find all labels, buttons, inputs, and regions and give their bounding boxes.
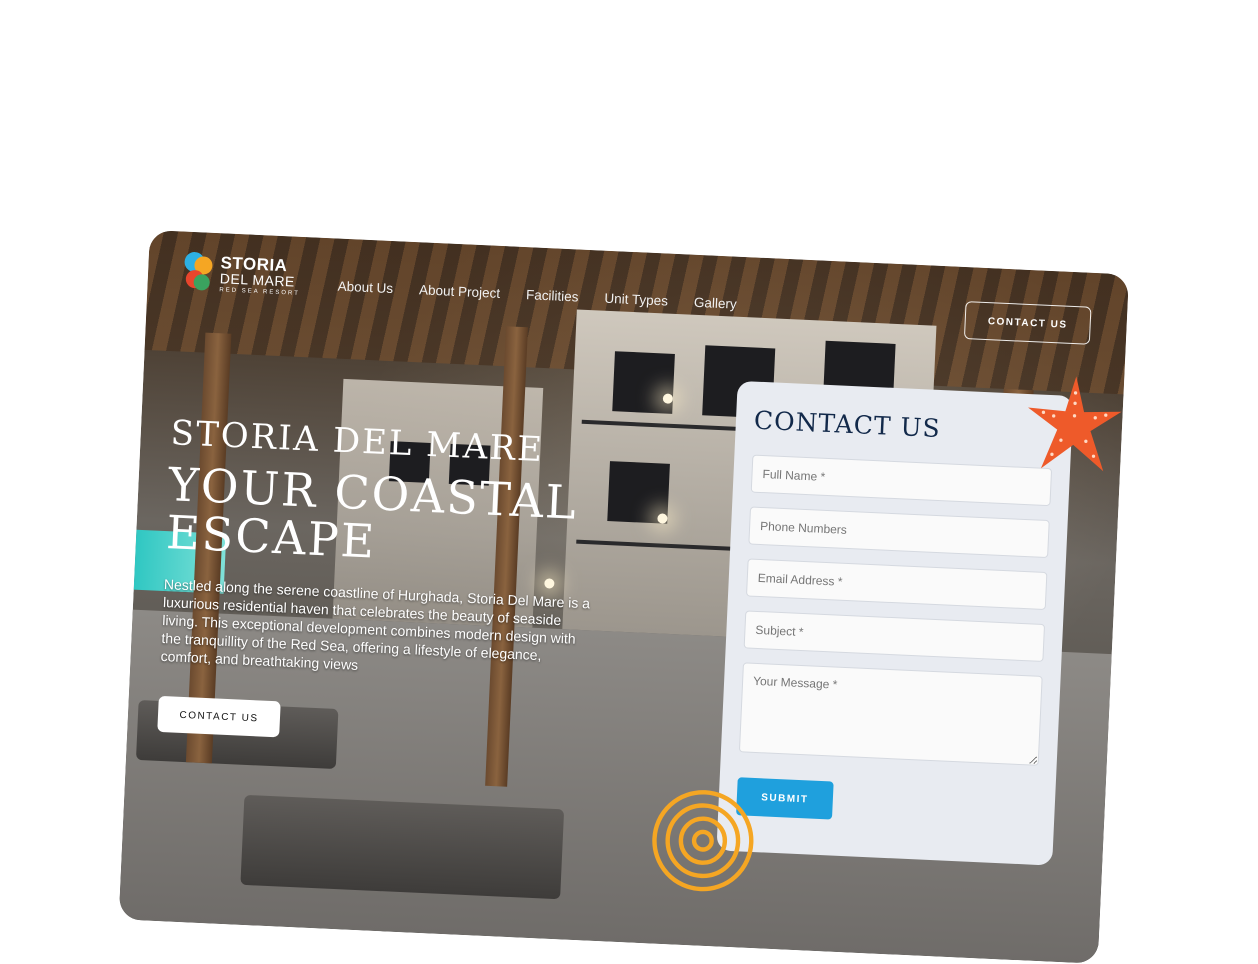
message-textarea[interactable]	[738, 662, 1043, 766]
hero-section: STORIA DEL MARE YOUR COASTAL ESCAPE Nest…	[160, 413, 631, 686]
nav-facilities[interactable]: Facilities	[526, 287, 579, 304]
nav-gallery[interactable]: Gallery	[694, 295, 737, 312]
swirl-decoration-icon	[652, 790, 754, 892]
header-contact-button[interactable]: CONTACT US	[963, 301, 1092, 345]
brand-logo[interactable]: STORIA DEL MARE RED SEA RESORT	[183, 251, 301, 297]
window	[612, 351, 675, 414]
website-mockup: STORIA DEL MARE RED SEA RESORT About Us …	[118, 230, 1129, 964]
full-name-input[interactable]	[750, 454, 1053, 507]
subject-input[interactable]	[743, 610, 1046, 662]
sun-lounger	[240, 794, 565, 900]
logo-line-2: DEL MARE	[219, 269, 296, 290]
nav-about-us[interactable]: About Us	[337, 279, 393, 297]
nav-unit-types[interactable]: Unit Types	[604, 291, 668, 309]
hero-contact-button[interactable]: CONTACT US	[157, 695, 281, 738]
form-title: CONTACT US	[753, 405, 942, 444]
hero-subtitle: YOUR COASTAL ESCAPE	[165, 457, 579, 569]
starfish-icon	[1028, 376, 1122, 472]
logo-mark-icon	[183, 251, 213, 293]
phone-input[interactable]	[748, 506, 1050, 559]
hero-description: Nestled along the serene coastline of Hu…	[160, 575, 591, 674]
email-input[interactable]	[745, 558, 1048, 611]
